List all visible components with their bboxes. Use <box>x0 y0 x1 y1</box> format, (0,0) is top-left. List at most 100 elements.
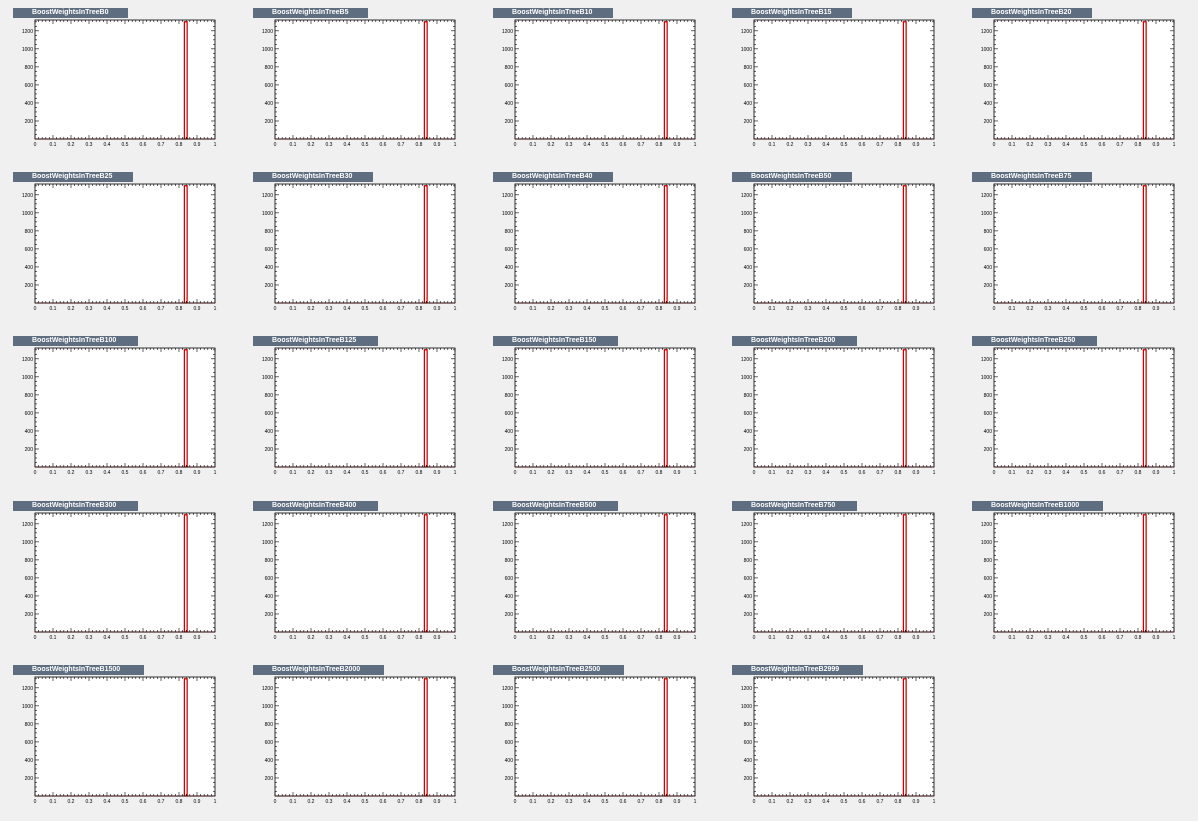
y-tick-label: 600 <box>984 83 993 89</box>
histogram-plot: 0 0.1 0.2 0.3 0.4 0.5 0.6 0.7 0.8 0.9 120040060080… <box>262 19 457 148</box>
histogram-panel: BoostWeightsInTreeB2500 0 0.1 0.2 0.3 0.4 0.5 0… <box>493 665 698 815</box>
y-tick-label: 400 <box>25 265 34 271</box>
histogram-plot: 0 0.1 0.2 0.3 0.4 0.5 0.6 0.7 0.8 0.9 120040060080… <box>981 19 1176 148</box>
x-tick-label: 1 <box>1173 635 1176 641</box>
y-tick-label: 1200 <box>502 29 513 35</box>
y-tick-label: 400 <box>25 429 34 435</box>
x-tick-label: 1 <box>214 799 217 805</box>
x-tick-label: 0.6 <box>380 470 387 476</box>
x-tick-label: 0.5 <box>841 142 848 148</box>
x-tick-label: 0.5 <box>602 635 609 641</box>
y-tick-label: 600 <box>265 740 274 746</box>
plot-area <box>515 20 695 139</box>
y-tick-label: 600 <box>265 83 274 89</box>
y-tick-label: 1000 <box>741 704 752 710</box>
y-tick-label: 800 <box>25 229 34 235</box>
histogram-panel: BoostWeightsInTreeB20 0 0.1 0.2 0.3 0.4 0.5 0.6… <box>972 8 1177 158</box>
x-tick-label: 0.3 <box>326 142 333 148</box>
y-tick-label: 400 <box>744 429 753 435</box>
x-tick-label: 0.9 <box>434 799 441 805</box>
x-tick-label: 1 <box>214 306 217 312</box>
plot-area <box>754 20 934 139</box>
x-tick-label: 0.8 <box>176 799 183 805</box>
plot-area <box>994 513 1174 632</box>
x-tick-label: 0.4 <box>1063 306 1070 312</box>
x-tick-label: 1 <box>214 142 217 148</box>
x-tick-label: 0.9 <box>913 635 920 641</box>
histogram-panel: BoostWeightsInTreeB2999 0 0.1 0.2 0.3 0.4 0.5 0… <box>732 665 937 815</box>
x-tick-label: 0.4 <box>823 306 830 312</box>
histogram-panel: BoostWeightsInTreeB100 0 0.1 0.2 0.3 0.4 0.5 0.… <box>13 336 218 486</box>
x-tick-label: 0.6 <box>859 799 866 805</box>
x-tick-label: 0.8 <box>656 635 663 641</box>
y-tick-label: 400 <box>265 101 274 107</box>
y-tick-label: 800 <box>25 558 34 564</box>
x-tick-label: 0.9 <box>1153 306 1160 312</box>
histogram-panel: BoostWeightsInTreeB40 0 0.1 0.2 0.3 0.4 0.5 0.6… <box>493 172 698 322</box>
x-tick-label: 1 <box>694 470 697 476</box>
x-tick-label: 0.1 <box>50 306 57 312</box>
x-tick-label: 0.1 <box>290 470 297 476</box>
x-tick-label: 0.4 <box>1063 142 1070 148</box>
x-tick-label: 0 <box>34 142 37 148</box>
y-tick-label: 200 <box>505 283 514 289</box>
x-tick-label: 0 <box>514 142 517 148</box>
x-tick-label: 0.1 <box>290 306 297 312</box>
x-tick-label: 0.2 <box>1027 470 1034 476</box>
x-tick-label: 0.5 <box>122 470 129 476</box>
x-tick-label: 0.1 <box>769 470 776 476</box>
histogram-panel: BoostWeightsInTreeB200 0 0.1 0.2 0.3 0.4 0.5 0.… <box>732 336 937 486</box>
y-tick-label: 1000 <box>262 211 273 217</box>
y-tick-label: 1000 <box>981 211 992 217</box>
x-tick-label: 0.4 <box>584 306 591 312</box>
x-tick-label: 0.4 <box>344 799 351 805</box>
histogram-plot: 0 0.1 0.2 0.3 0.4 0.5 0.6 0.7 0.8 0.9 120040060080… <box>22 676 217 805</box>
histogram-plot: 0 0.1 0.2 0.3 0.4 0.5 0.6 0.7 0.8 0.9 120040060080… <box>741 19 936 148</box>
y-tick-label: 400 <box>265 265 274 271</box>
x-tick-label: 0.9 <box>913 470 920 476</box>
x-tick-label: 0.2 <box>787 470 794 476</box>
x-tick-label: 0.5 <box>122 142 129 148</box>
x-tick-label: 0.6 <box>140 635 147 641</box>
x-tick-label: 0.7 <box>877 142 884 148</box>
x-tick-label: 0.8 <box>1135 635 1142 641</box>
histogram-panel: BoostWeightsInTreeB10 0 0.1 0.2 0.3 0.4 0.5 0.6… <box>493 8 698 158</box>
x-tick-label: 0.5 <box>602 799 609 805</box>
plot-area <box>754 513 934 632</box>
plot-area <box>994 20 1174 139</box>
y-tick-label: 600 <box>505 576 514 582</box>
x-tick-label: 0.8 <box>176 142 183 148</box>
x-tick-label: 0.4 <box>823 470 830 476</box>
y-tick-label: 600 <box>744 83 753 89</box>
x-tick-label: 0.8 <box>895 470 902 476</box>
x-tick-label: 0.9 <box>434 470 441 476</box>
histogram-plot: 0 0.1 0.2 0.3 0.4 0.5 0.6 0.7 0.8 0.9 120040060080… <box>22 347 217 476</box>
histogram-plot: 0 0.1 0.2 0.3 0.4 0.5 0.6 0.7 0.8 0.9 120040060080… <box>262 347 457 476</box>
histogram-plot: 0 0.1 0.2 0.3 0.4 0.5 0.6 0.7 0.8 0.9 120040060080… <box>22 183 217 312</box>
y-tick-label: 800 <box>744 229 753 235</box>
y-tick-label: 600 <box>25 83 34 89</box>
x-tick-label: 0.5 <box>362 306 369 312</box>
x-tick-label: 0.3 <box>805 799 812 805</box>
x-tick-label: 0.2 <box>548 635 555 641</box>
y-tick-label: 400 <box>265 594 274 600</box>
x-tick-label: 0.9 <box>913 306 920 312</box>
x-tick-label: 0.6 <box>859 306 866 312</box>
y-tick-label: 200 <box>984 447 993 453</box>
x-tick-label: 0.9 <box>674 799 681 805</box>
x-tick-label: 0.3 <box>86 470 93 476</box>
plot-area <box>35 677 215 796</box>
x-tick-label: 0 <box>34 799 37 805</box>
y-tick-label: 1000 <box>22 211 33 217</box>
y-tick-label: 400 <box>505 758 514 764</box>
x-tick-label: 0.2 <box>1027 142 1034 148</box>
x-tick-label: 0.1 <box>290 799 297 805</box>
x-tick-label: 0.7 <box>1117 142 1124 148</box>
y-tick-label: 400 <box>265 758 274 764</box>
x-tick-label: 0.4 <box>823 142 830 148</box>
y-tick-label: 1000 <box>22 375 33 381</box>
x-tick-label: 1 <box>214 635 217 641</box>
x-tick-label: 0.9 <box>674 142 681 148</box>
x-tick-label: 1 <box>454 635 457 641</box>
x-tick-label: 0.7 <box>398 799 405 805</box>
